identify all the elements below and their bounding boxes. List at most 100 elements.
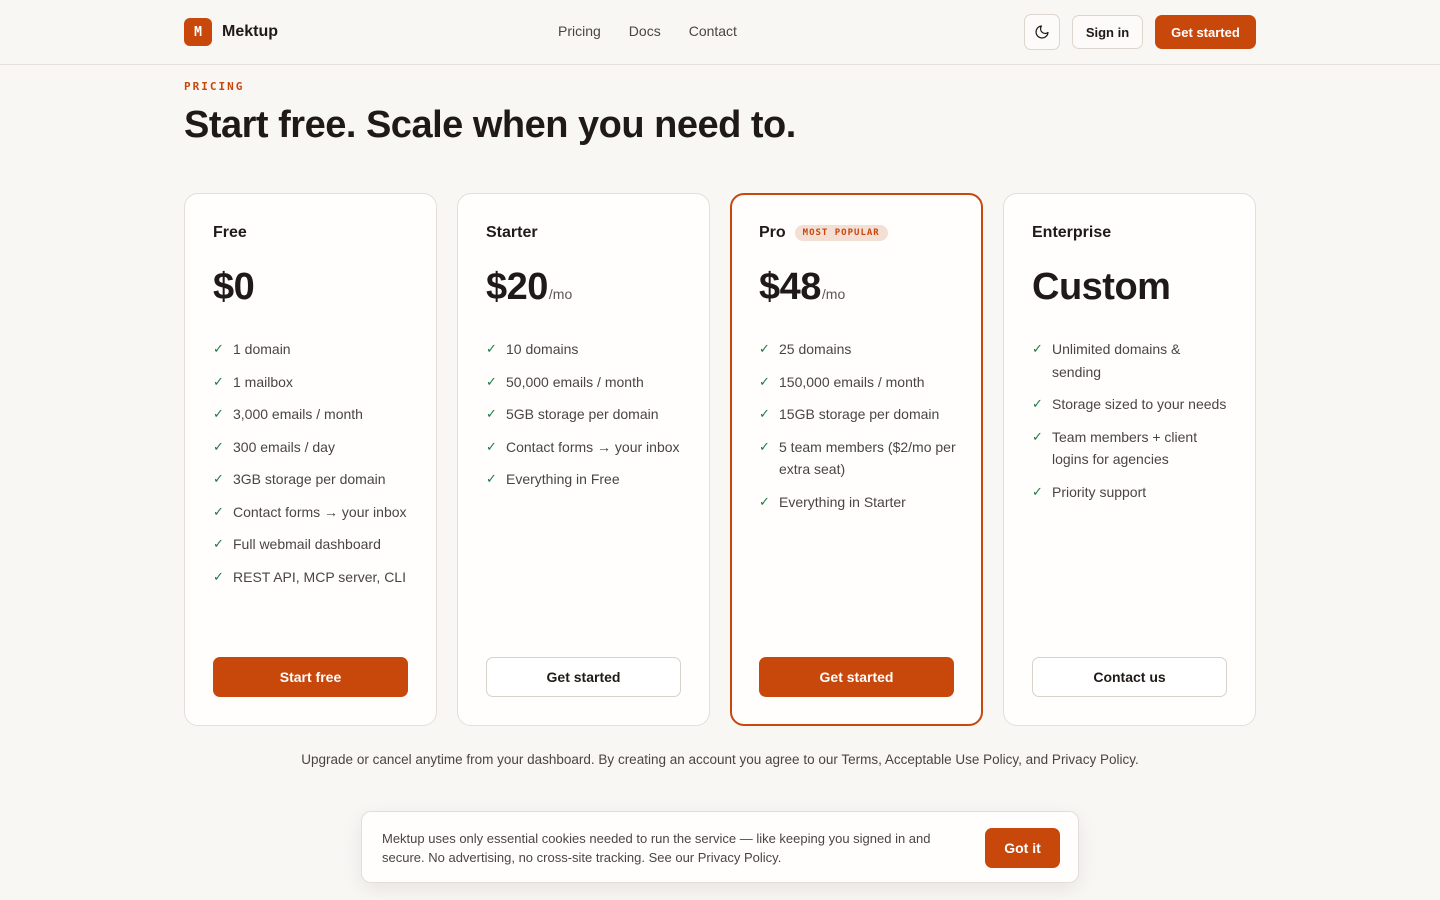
feature-item: ✓ 5GB storage per domain	[486, 403, 686, 426]
feature-text: 1 mailbox	[233, 373, 293, 390]
pro-get-started-button[interactable]: Get started	[759, 657, 954, 697]
plan-card-free: Free $0 ✓ 1 domain ✓ 1 mailbox ✓ 3,000 emails…	[184, 193, 437, 726]
plan-name: Free	[213, 224, 247, 241]
check-icon: ✓	[213, 406, 224, 421]
theme-toggle-button[interactable]	[1024, 14, 1060, 50]
nav-link-contact[interactable]: Contact	[689, 23, 737, 39]
feature-text: 300 emails / day	[233, 438, 335, 455]
plan-name: Starter	[486, 224, 538, 241]
contact-us-button[interactable]: Contact us	[1032, 657, 1227, 697]
feature-item: ✓ Unlimited domains & sending	[1032, 338, 1232, 383]
feature-text: 15GB storage per domain	[779, 406, 940, 422]
pricing-footnote: Upgrade or cancel anytime from your dash…	[301, 752, 1139, 767]
feature-text: Storage sized to your needs	[1052, 396, 1227, 412]
feature-item: ✓ 1 domain	[213, 338, 413, 361]
feature-item: ✓ 15GB storage per domain	[759, 403, 959, 426]
feature-item: ✓ 3,000 emails / month	[213, 403, 413, 426]
section-eyebrow: PRICING	[184, 80, 245, 93]
feature-item: ✓ 3GB storage per domain	[213, 468, 413, 491]
feature-text: 3,000 emails / month	[233, 406, 363, 422]
check-icon: ✓	[759, 493, 770, 509]
check-icon: ✓	[486, 438, 497, 454]
check-icon: ✓	[1032, 483, 1043, 499]
feature-text: Priority support	[1052, 483, 1147, 500]
plan-feature-list: ✓ 1 domain ✓ 1 mailbox ✓ 3,000 emails / month…	[213, 338, 413, 598]
feature-text: 5GB storage per domain	[506, 406, 659, 422]
check-icon: ✓	[1032, 341, 1043, 356]
check-icon: ✓	[1032, 396, 1043, 411]
feature-item: ✓ Everything in Free	[486, 468, 686, 491]
start-free-button[interactable]: Start free	[213, 657, 408, 697]
cookie-text: Mektup uses only essential cookies neede…	[382, 831, 931, 865]
feature-text: Full webmail dashboard	[233, 536, 381, 552]
plan-price: $0	[213, 266, 255, 308]
feature-item: ✓ REST API, MCP server, CLI	[213, 566, 413, 589]
cookie-accept-button[interactable]: Got it	[985, 828, 1060, 868]
cookie-banner: Mektup uses only essential cookies neede…	[361, 811, 1079, 883]
plan-name: Pro	[759, 224, 786, 241]
moon-icon	[1035, 25, 1049, 39]
feature-item: ✓ 50,000 emails / month	[486, 371, 686, 394]
feature-item: ✓ Everything in Starter	[759, 491, 959, 514]
price-unit: /mo	[548, 286, 573, 302]
plan-price: Custom	[1032, 266, 1171, 308]
feature-text: 1 domain	[233, 341, 291, 357]
check-icon: ✓	[213, 373, 224, 389]
feature-text: 25 domains	[779, 341, 852, 357]
plan-price: $20	[486, 266, 548, 308]
check-icon: ✓	[1032, 428, 1043, 444]
check-icon: ✓	[486, 471, 497, 486]
feature-text: Contact forms → your inbox	[506, 438, 680, 455]
feature-item: ✓ 150,000 emails / month	[759, 371, 959, 394]
check-icon: ✓	[486, 373, 497, 389]
top-nav-bar: M Mektup Pricing Docs Contact Sign in Ge…	[0, 0, 1440, 65]
most-popular-badge: MOST POPULAR	[794, 225, 888, 241]
feature-item: ✓ 10 domains	[486, 338, 686, 361]
check-icon: ✓	[213, 438, 224, 454]
main-nav: Pricing Docs Contact	[558, 23, 765, 39]
feature-text: Unlimited domains & sending	[1052, 341, 1181, 380]
feature-item: ✓ Contact forms → your inbox	[213, 501, 413, 524]
check-icon: ✓	[213, 568, 224, 584]
feature-item: ✓ 5 team members ($2/mo per extra seat)	[759, 436, 959, 481]
plan-feature-list: ✓ 10 domains ✓ 50,000 emails / month ✓ 5GB st…	[486, 338, 686, 501]
feature-item: ✓ Priority support	[1032, 481, 1232, 504]
plan-card-starter: Starter $20 /mo ✓ 10 domains ✓ 50,000 email…	[457, 193, 710, 726]
feature-text: Everything in Free	[506, 471, 620, 487]
check-icon: ✓	[759, 373, 770, 389]
nav-link-pricing[interactable]: Pricing	[558, 23, 601, 39]
feature-text: REST API, MCP server, CLI	[233, 568, 406, 585]
price-unit: /mo	[821, 286, 846, 302]
feature-text: 3GB storage per domain	[233, 471, 386, 487]
brand-name[interactable]: Mektup	[222, 23, 278, 41]
brand-logo[interactable]: M	[184, 18, 212, 46]
plan-card-enterprise: Enterprise Custom ✓ Unlimited domains & s…	[1003, 193, 1256, 726]
feature-item: ✓ Team members + client logins for agenci…	[1032, 426, 1232, 471]
feature-text: 150,000 emails / month	[779, 373, 925, 390]
check-icon: ✓	[486, 341, 497, 356]
feature-item: ✓ Full webmail dashboard	[213, 533, 413, 556]
feature-item: ✓ 25 domains	[759, 338, 959, 361]
feature-text: Everything in Starter	[779, 493, 906, 510]
feature-item: ✓ 300 emails / day	[213, 436, 413, 459]
check-icon: ✓	[213, 536, 224, 551]
starter-get-started-button[interactable]: Get started	[486, 657, 681, 697]
brand[interactable]: M Mektup	[184, 18, 278, 46]
check-icon: ✓	[759, 341, 770, 356]
feature-item: ✓ Contact forms → your inbox	[486, 436, 686, 459]
plan-card-pro: Pro MOST POPULAR $48 /mo ✓ 25 domains ✓ 150…	[730, 193, 983, 726]
check-icon: ✓	[213, 471, 224, 486]
plan-name: Enterprise	[1032, 224, 1112, 241]
feature-text: 5 team members ($2/mo per extra seat)	[779, 438, 956, 478]
feature-item: ✓ 1 mailbox	[213, 371, 413, 394]
feature-text: 10 domains	[506, 341, 579, 357]
header-get-started-button[interactable]: Get started	[1155, 15, 1256, 49]
feature-item: ✓ Storage sized to your needs	[1032, 393, 1232, 416]
check-icon: ✓	[213, 503, 224, 519]
plan-feature-list: ✓ Unlimited domains & sending ✓ Storage siz…	[1032, 338, 1232, 513]
nav-link-docs[interactable]: Docs	[629, 23, 661, 39]
sign-in-button[interactable]: Sign in	[1072, 15, 1143, 49]
check-icon: ✓	[759, 406, 770, 421]
plan-feature-list: ✓ 25 domains ✓ 150,000 emails / month ✓ 15GB …	[759, 338, 959, 523]
feature-text: Contact forms → your inbox	[233, 503, 407, 520]
